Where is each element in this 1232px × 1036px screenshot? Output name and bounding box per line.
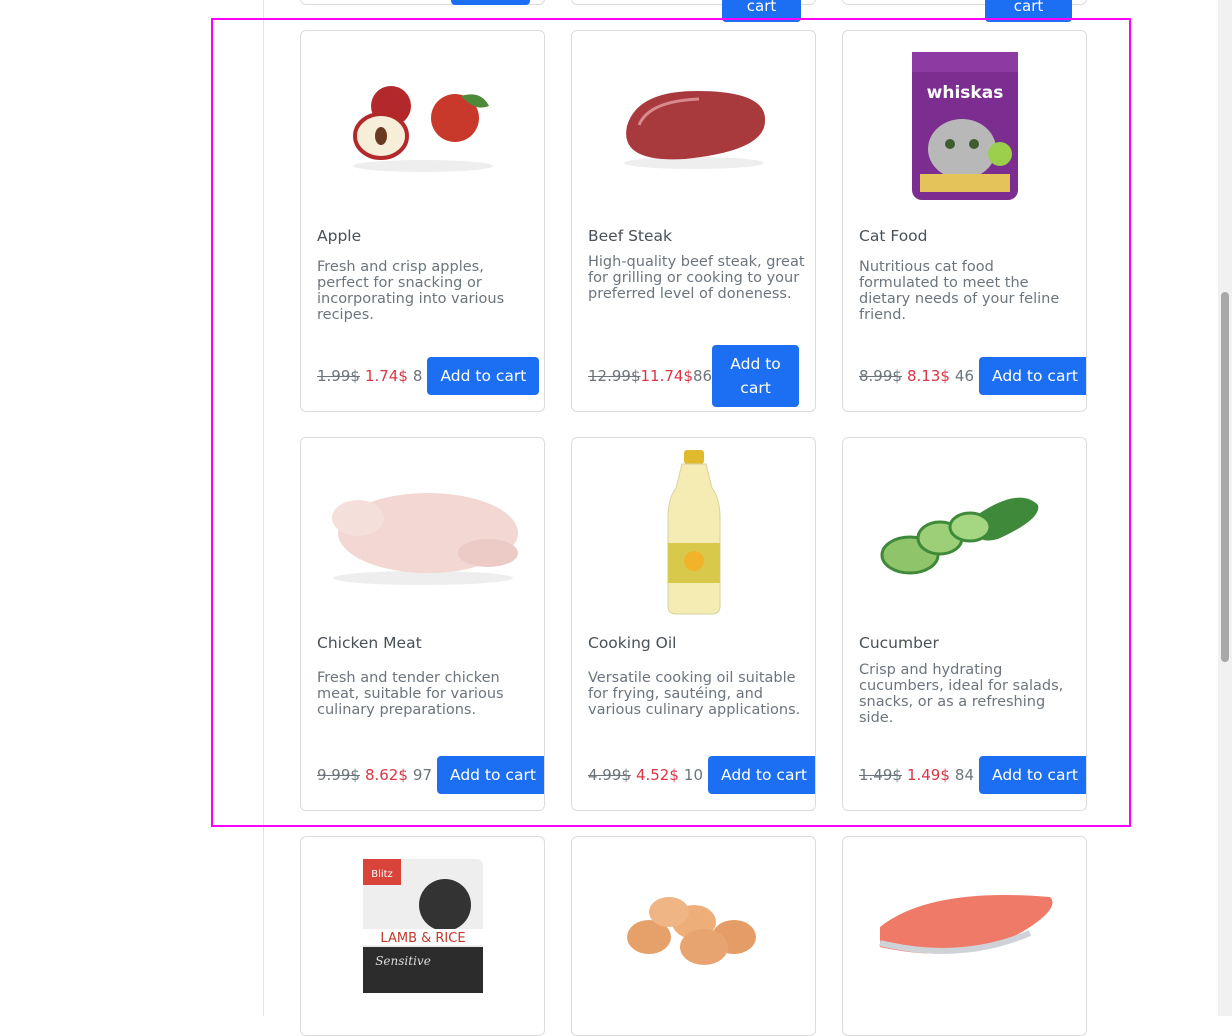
- product-footer: 12.99$ 11.74$ 86 Add to cart: [588, 345, 799, 407]
- product-description: Fresh and tender chicken meat, suitable …: [317, 670, 504, 718]
- add-to-cart-button[interactable]: Add to cart: [437, 756, 544, 794]
- chicken-image: [301, 448, 544, 618]
- stock-count: 10: [683, 766, 703, 784]
- layout-divider: [263, 0, 264, 1016]
- add-to-cart-button-partial[interactable]: [451, 0, 530, 5]
- product-title: Beef Steak: [588, 227, 673, 245]
- add-to-cart-button[interactable]: Add to cart: [979, 357, 1086, 395]
- old-price: 4.99$: [588, 766, 631, 784]
- product-footer: 1.99$ 1.74$ 8 Add to cart: [317, 357, 540, 395]
- add-to-cart-button[interactable]: Add to cart: [708, 756, 815, 794]
- product-title: Chicken Meat: [317, 634, 422, 652]
- product-footer: 8.99$ 8.13$ 46 Add to cart: [859, 357, 1086, 395]
- steak-image: [572, 41, 815, 211]
- sale-price: 11.74$: [640, 367, 694, 385]
- product-description: High-quality beef steak, great for grill…: [588, 254, 805, 302]
- add-to-cart-button[interactable]: Add to cart: [712, 345, 799, 407]
- variant-label: Sensitive: [375, 954, 431, 968]
- product-description: Versatile cooking oil suitable for fryin…: [588, 670, 801, 718]
- product-card: Beef Steak High-quality beef steak, grea…: [571, 30, 816, 412]
- product-card: whiskas Cat Food Nutritious cat food for…: [842, 30, 1087, 412]
- stock-count: 46: [954, 367, 974, 385]
- cart-label: cart: [1013, 0, 1044, 15]
- product-card: Cooking Oil Versatile cooking oil suitab…: [571, 437, 816, 811]
- product-description: Fresh and crisp apples, perfect for snac…: [317, 259, 505, 323]
- product-footer: 4.99$ 4.52$ 10 Add to cart: [588, 756, 815, 794]
- old-price: 9.99$: [317, 766, 360, 784]
- product-card: Cucumber Crisp and hydrating cucumbers, …: [842, 437, 1087, 811]
- sale-price: 1.49$: [906, 766, 950, 784]
- old-price: 12.99$: [588, 367, 641, 385]
- product-card: [842, 836, 1087, 1036]
- product-title: Apple: [317, 227, 362, 245]
- old-price: 8.99$: [859, 367, 902, 385]
- cart-label: cart: [746, 0, 777, 15]
- add-to-cart-button[interactable]: Add to cart: [979, 756, 1086, 794]
- whiskas-logo: whiskas: [926, 83, 1003, 103]
- add-to-cart-button[interactable]: Add to cart: [427, 357, 540, 395]
- product-label: LAMB & RICE: [380, 931, 465, 946]
- sale-price: 8.13$: [906, 367, 950, 385]
- dog-food-image: Blitz LAMB & RICE Sensitive: [301, 857, 544, 997]
- old-price: 1.49$: [859, 766, 902, 784]
- add-to-cart-button-partial[interactable]: cart: [722, 0, 801, 22]
- sale-price: 1.74$: [364, 367, 408, 385]
- product-footer: 9.99$ 8.62$ 97 Add to cart: [317, 756, 544, 794]
- sale-price: 4.52$: [635, 766, 679, 784]
- eggs-image: [572, 857, 815, 997]
- oil-image: [572, 448, 815, 618]
- product-card: Chicken Meat Fresh and tender chicken me…: [300, 437, 545, 811]
- stock-count: 8: [412, 367, 423, 385]
- product-footer: 1.49$ 1.49$ 84 Add to cart: [859, 756, 1086, 794]
- apple-image: [301, 41, 544, 211]
- stock-count: 84: [954, 766, 974, 784]
- sale-price: 8.62$: [364, 766, 408, 784]
- salmon-image: [843, 857, 1086, 997]
- stock-count: 97: [412, 766, 432, 784]
- product-card: Apple Fresh and crisp apples, perfect fo…: [300, 30, 545, 412]
- product-description: Nutritious cat food formulated to meet t…: [859, 259, 1060, 323]
- product-card: Blitz LAMB & RICE Sensitive: [300, 836, 545, 1036]
- add-to-cart-button-partial[interactable]: cart: [985, 0, 1072, 22]
- cat-food-image: whiskas: [843, 41, 1086, 211]
- stock-count: 86: [693, 367, 713, 385]
- product-title: Cucumber: [859, 634, 939, 652]
- product-card: [571, 836, 816, 1036]
- cucumber-image: [843, 448, 1086, 618]
- product-title: Cooking Oil: [588, 634, 677, 652]
- brand-label: Blitz: [371, 869, 393, 880]
- scrollbar-track[interactable]: [1218, 0, 1232, 1016]
- scrollbar-thumb[interactable]: [1221, 292, 1229, 662]
- product-title: Cat Food: [859, 227, 928, 245]
- product-description: Crisp and hydrating cucumbers, ideal for…: [859, 662, 1064, 726]
- old-price: 1.99$: [317, 367, 360, 385]
